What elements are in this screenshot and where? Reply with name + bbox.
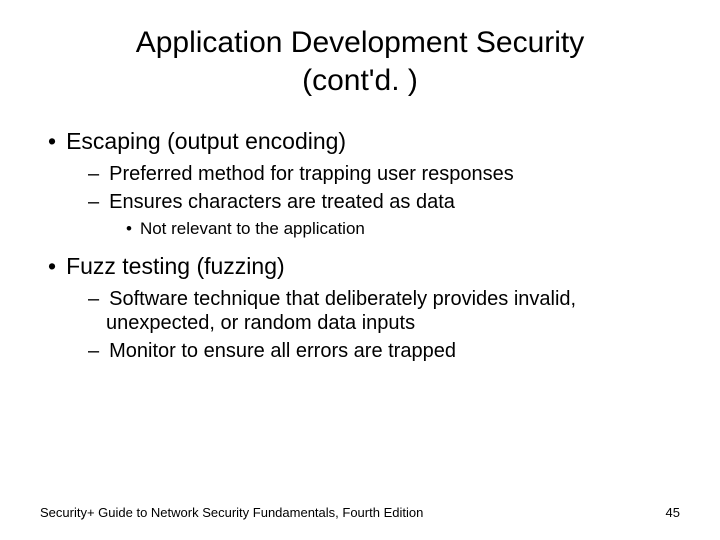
bullet-escaping-sub2-sub1: Not relevant to the application xyxy=(48,218,680,240)
title-line-1: Application Development Security xyxy=(136,26,585,59)
bullet-fuzz-sub2: Monitor to ensure all errors are trapped xyxy=(48,339,680,363)
slide-title: Application Development Security (cont'd… xyxy=(40,24,680,99)
bullet-escaping-sub1: Preferred method for trapping user respo… xyxy=(48,162,680,186)
slide-content: Escaping (output encoding) Preferred met… xyxy=(40,127,680,363)
bullet-escaping: Escaping (output encoding) xyxy=(48,127,680,156)
footer-source: Security+ Guide to Network Security Fund… xyxy=(40,505,423,520)
bullet-fuzz-sub1: Software technique that deliberately pro… xyxy=(48,287,680,335)
slide-footer: Security+ Guide to Network Security Fund… xyxy=(40,505,680,520)
bullet-fuzz: Fuzz testing (fuzzing) xyxy=(48,252,680,281)
title-line-2: (cont'd. ) xyxy=(302,64,418,97)
footer-page-number: 45 xyxy=(666,505,680,520)
bullet-escaping-sub2: Ensures characters are treated as data xyxy=(48,190,680,214)
